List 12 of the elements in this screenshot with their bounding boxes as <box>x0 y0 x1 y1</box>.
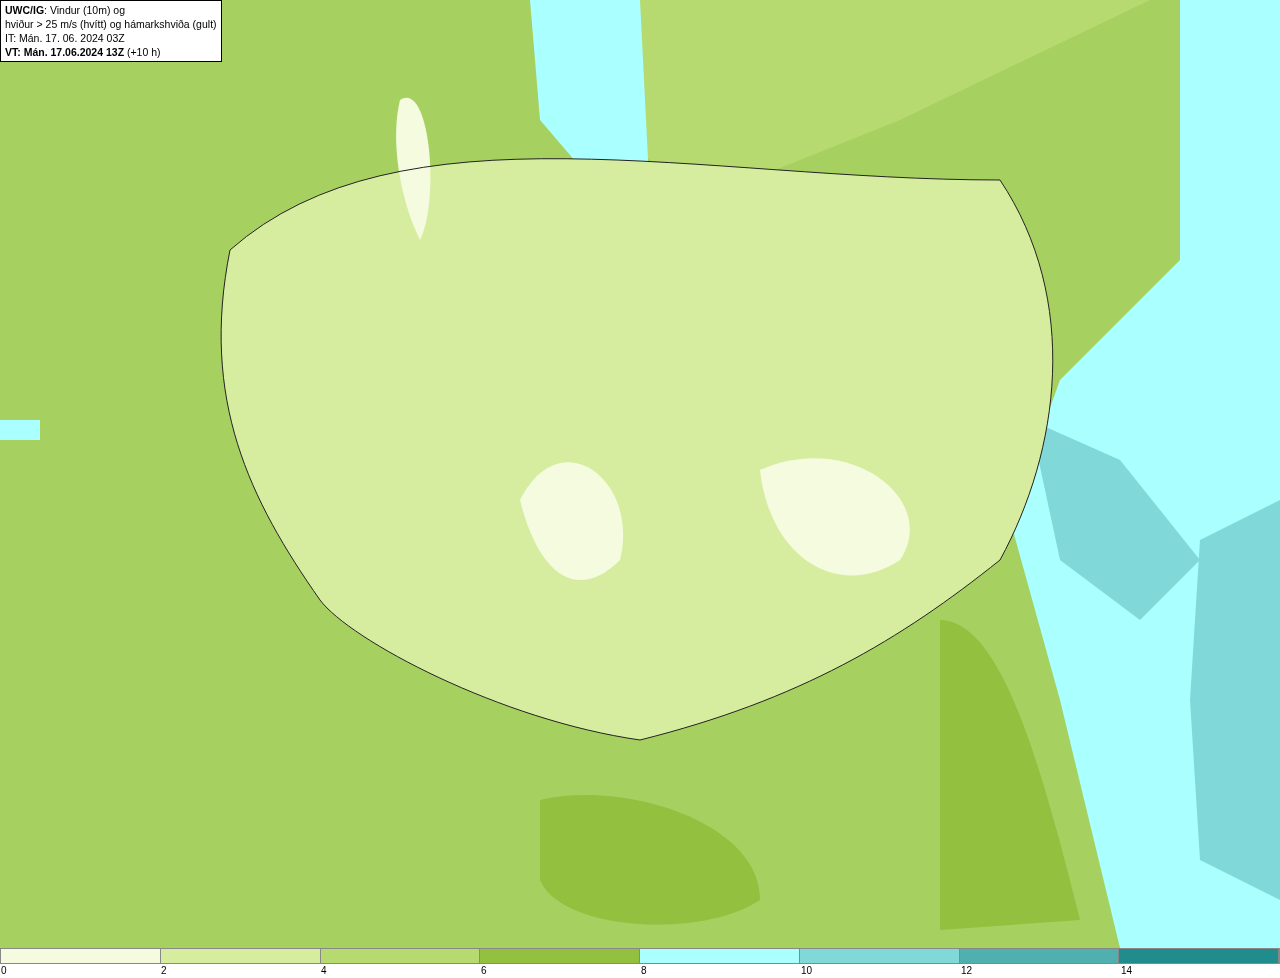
colorbar-tick-label: 10 <box>800 964 814 978</box>
legend-text: VT: Mán. 17.06.2024 13Z (+10 h) <box>5 45 162 59</box>
colorbar-tick-label: 8 <box>640 964 648 978</box>
legend-text: hviður > 25 m/s (hvítt) og hámarkshviða (gult) <box>5 17 217 31</box>
legend-text: IT: Mán. 17. 06. 2024 03Z <box>5 31 126 45</box>
legend-text: UWC/IG: Vindur (10m) og <box>5 3 126 17</box>
colorbar-tick-label: 14 <box>1120 964 1134 978</box>
colorbar-tick-label: 12 <box>960 964 974 978</box>
colorbar-tick-label: 6 <box>480 964 488 978</box>
colorbar-tick-label: 2 <box>160 964 168 978</box>
colorbar-tick-label: 4 <box>320 964 328 978</box>
colorbar-tick-label: 0 <box>0 964 8 978</box>
